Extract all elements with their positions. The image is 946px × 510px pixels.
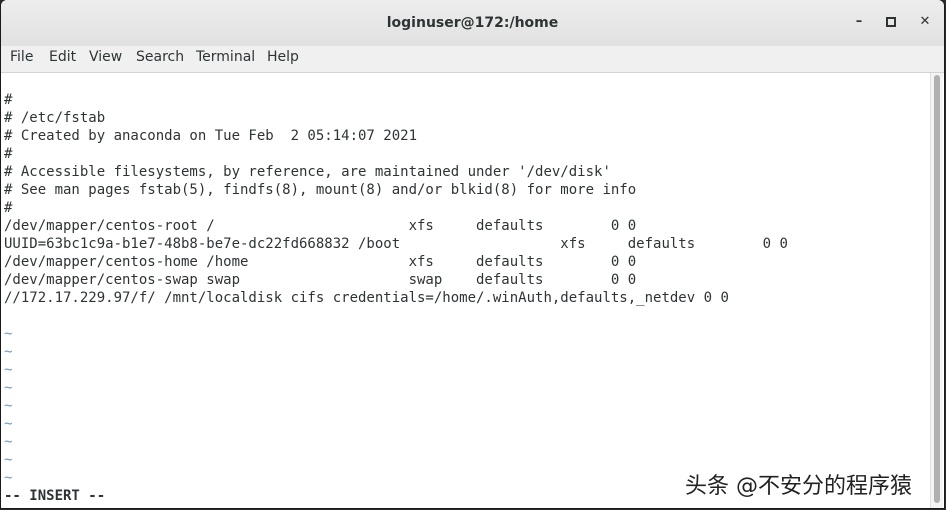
- empty-line-tilde: ~: [4, 398, 13, 414]
- minimize-icon[interactable]: –: [849, 12, 869, 32]
- scrollbar[interactable]: [930, 73, 943, 508]
- terminal-line: #: [4, 92, 13, 108]
- terminal-text-area[interactable]: # # /etc/fstab # Created by anaconda on …: [1, 73, 928, 508]
- terminal-line: #: [4, 146, 13, 162]
- terminal-line: #: [4, 200, 13, 216]
- terminal-line: # Created by anaconda on Tue Feb 2 05:14…: [4, 128, 418, 144]
- terminal-window: loginuser@172:/home – ✕ File Edit View S…: [1, 0, 944, 508]
- terminal-line: /dev/mapper/centos-root / xfs defaults 0…: [4, 218, 637, 234]
- empty-line-tilde: ~: [4, 326, 13, 342]
- close-icon[interactable]: ✕: [915, 12, 935, 32]
- maximize-icon[interactable]: [881, 12, 901, 32]
- menu-terminal[interactable]: Terminal: [196, 49, 255, 65]
- terminal-line: # Accessible filesystems, by reference, …: [4, 164, 611, 180]
- menu-bar: File Edit View Search Terminal Help: [1, 46, 944, 73]
- empty-line-tilde: ~: [4, 362, 13, 378]
- terminal-line: # /etc/fstab: [4, 110, 106, 126]
- empty-line-tilde: ~: [4, 434, 13, 450]
- empty-line-tilde: ~: [4, 470, 13, 486]
- scrollbar-thumb[interactable]: [934, 75, 940, 503]
- terminal-line: UUID=63bc1c9a-b1e7-48b8-be7e-dc22fd66883…: [4, 236, 788, 252]
- menu-help[interactable]: Help: [267, 49, 299, 65]
- window-title: loginuser@172:/home: [386, 15, 559, 31]
- menu-search[interactable]: Search: [136, 49, 184, 65]
- title-bar[interactable]: loginuser@172:/home – ✕: [1, 0, 944, 47]
- empty-line-tilde: ~: [4, 452, 13, 468]
- terminal-line: /dev/mapper/centos-home /home xfs defaul…: [4, 254, 637, 270]
- terminal-line: /dev/mapper/centos-swap swap swap defaul…: [4, 272, 637, 288]
- menu-edit[interactable]: Edit: [49, 49, 76, 65]
- empty-line-tilde: ~: [4, 416, 13, 432]
- empty-line-tilde: ~: [4, 380, 13, 396]
- watermark: 头条 @不安分的程序猿: [685, 474, 912, 499]
- terminal-line: //172.17.229.97/f/ /mnt/localdisk cifs c…: [4, 290, 729, 306]
- menu-view[interactable]: View: [89, 49, 122, 65]
- terminal-line: # See man pages fstab(5), findfs(8), mou…: [4, 182, 637, 198]
- empty-line-tilde: ~: [4, 344, 13, 360]
- vim-mode-indicator: -- INSERT --: [4, 488, 106, 504]
- menu-file[interactable]: File: [10, 49, 33, 65]
